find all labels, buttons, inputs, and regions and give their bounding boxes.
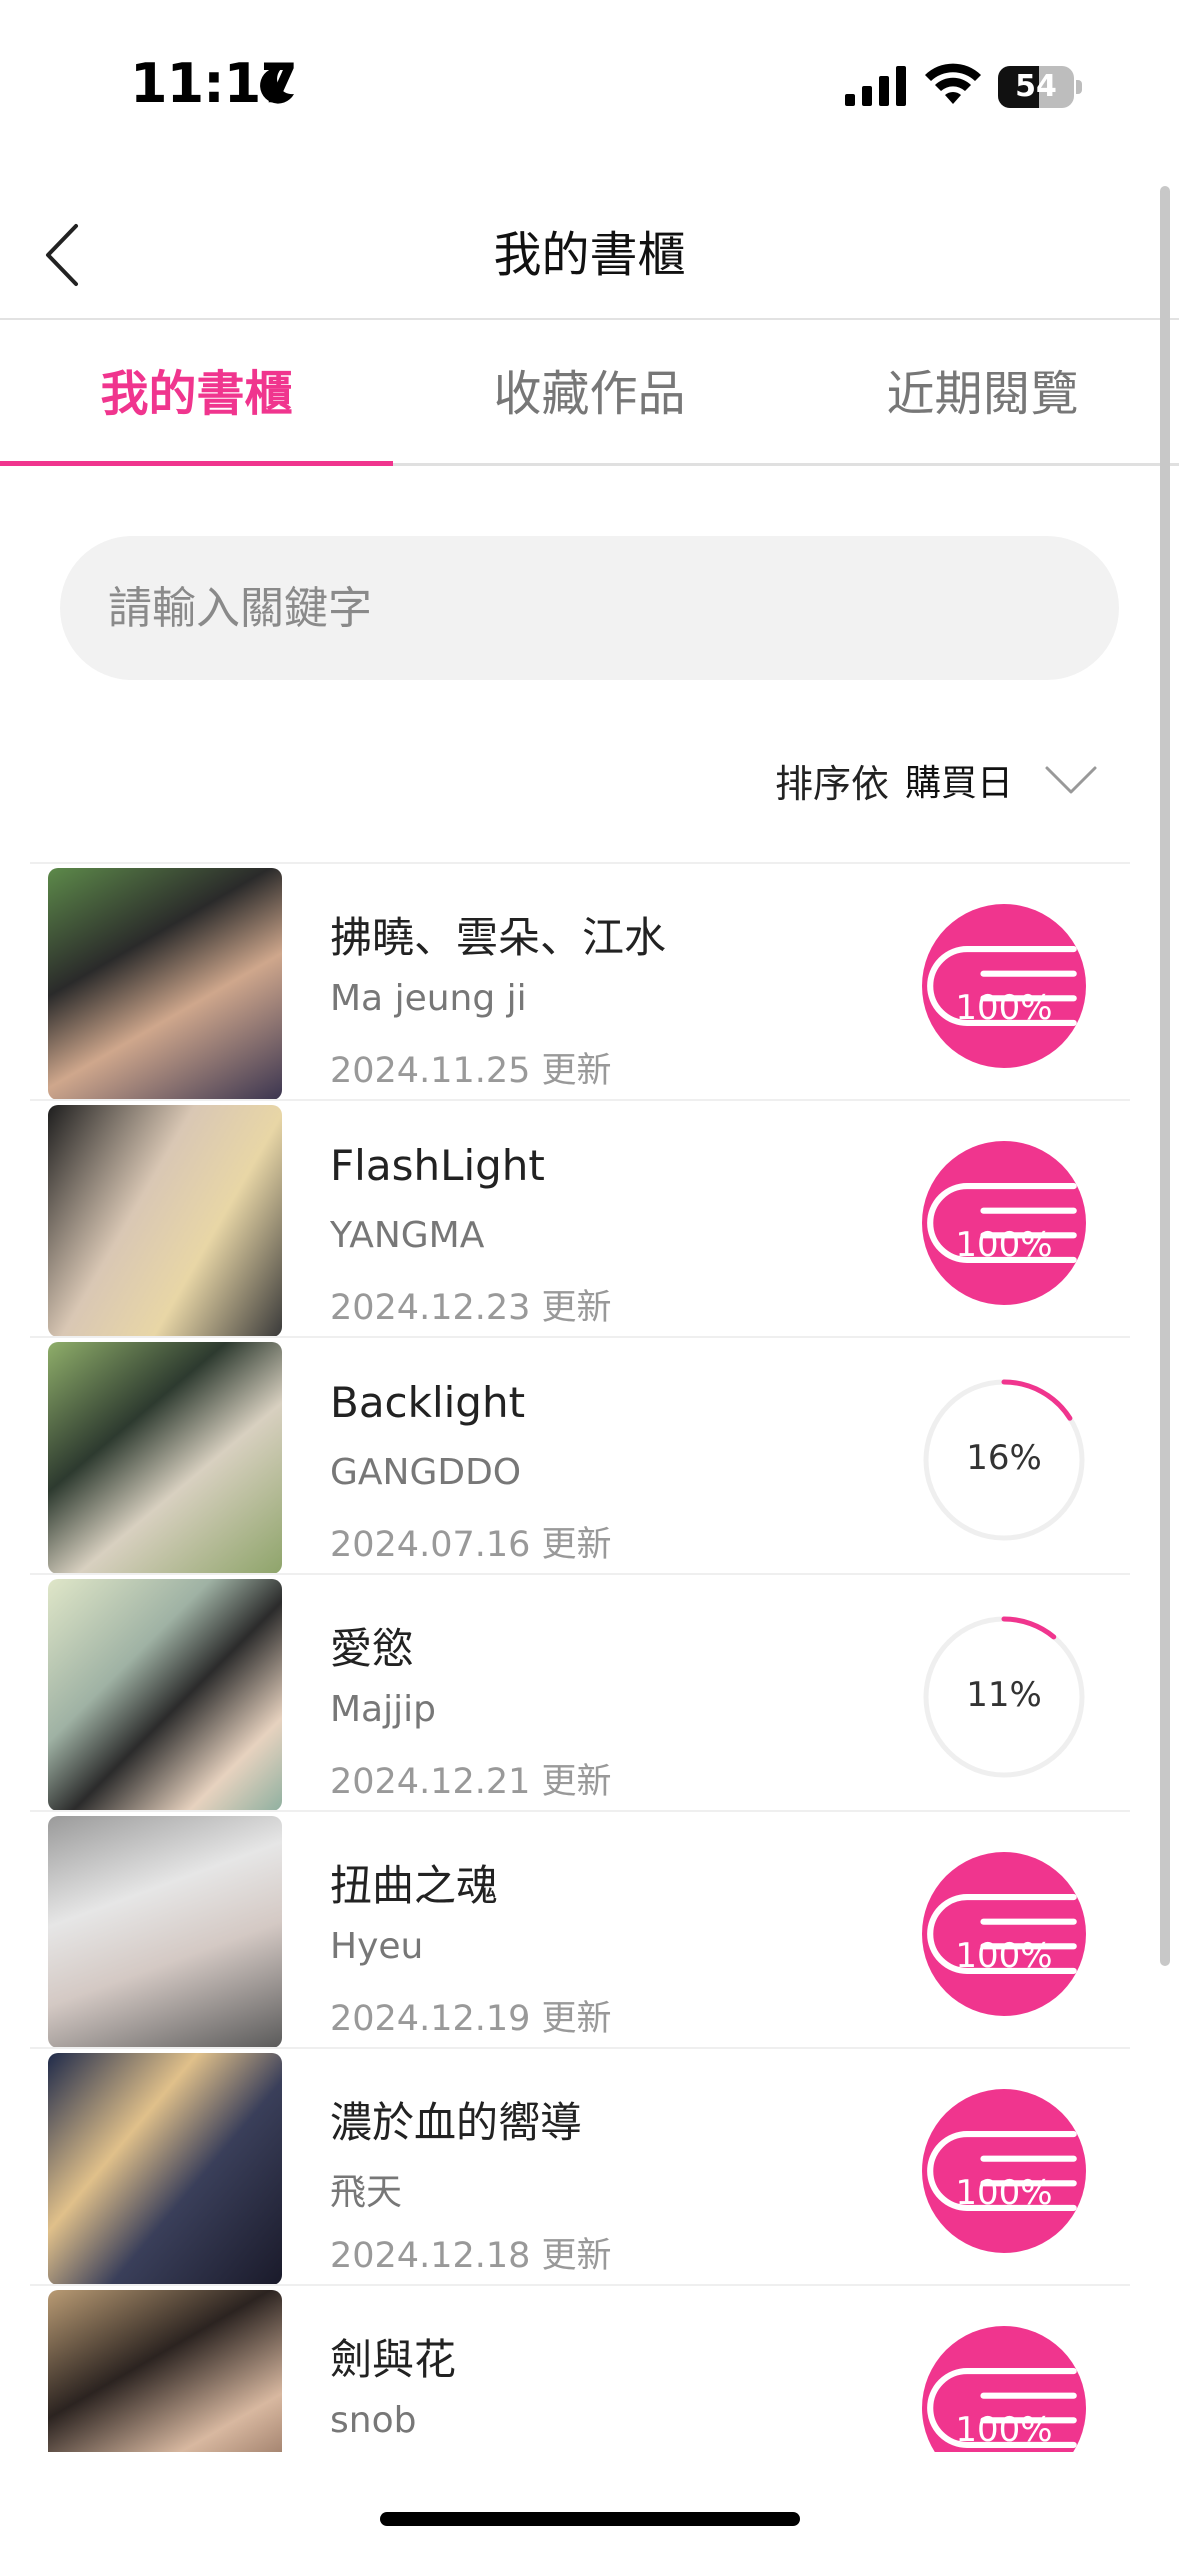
progress-label: 100% xyxy=(955,2173,1053,2213)
book-cover[interactable] xyxy=(48,2053,282,2285)
book-update-date: 2024.12.18 更新 xyxy=(330,2236,612,2276)
book-author: YANGMA xyxy=(330,1215,485,1256)
book-read-icon xyxy=(927,2131,1077,2211)
book-cover[interactable] xyxy=(48,1579,282,1811)
book-title: 扭曲之魂 xyxy=(330,1861,499,1910)
chevron-left-icon[interactable] xyxy=(40,220,90,290)
book-cover[interactable] xyxy=(48,1342,282,1574)
active-tab-indicator xyxy=(0,461,393,466)
list-item[interactable]: 愛慾 Majjip 2024.12.21 更新 11% xyxy=(30,1573,1130,1811)
book-cover[interactable] xyxy=(48,1105,282,1337)
progress-label: 100% xyxy=(955,2410,1053,2450)
list-item[interactable]: 扭曲之魂 Hyeu 2024.12.19 更新 100% xyxy=(30,1810,1130,2048)
tab-my-bookshelf[interactable]: 我的書櫃 xyxy=(0,322,393,466)
wifi-icon xyxy=(925,63,981,104)
progress-indicator[interactable]: 100% xyxy=(922,1852,1086,2016)
cellular-signal-icon xyxy=(845,66,906,106)
book-read-icon xyxy=(927,1894,1077,1974)
book-author: Hyeu xyxy=(330,1926,424,1967)
nav-header: 我的書櫃 xyxy=(0,190,1179,320)
book-author: Majjip xyxy=(330,1689,436,1730)
book-cover[interactable] xyxy=(48,2290,282,2452)
book-title: Backlight xyxy=(330,1378,526,1427)
list-item[interactable]: Backlight GANGDDO 2024.07.16 更新 16% xyxy=(30,1336,1130,1574)
progress-label: 16% xyxy=(966,1438,1042,1478)
book-update-date: 2024.12.23 更新 xyxy=(330,1288,612,1328)
tab-recent[interactable]: 近期閱覽 xyxy=(786,322,1179,466)
book-cover[interactable] xyxy=(48,868,282,1100)
sort-dropdown[interactable]: 排序依 購買日 xyxy=(775,740,1099,820)
list-item[interactable]: 劍與花 snob 100% xyxy=(30,2284,1130,2452)
progress-label: 100% xyxy=(955,1936,1053,1976)
progress-label: 11% xyxy=(966,1675,1042,1715)
progress-indicator[interactable]: 16% xyxy=(922,1378,1086,1542)
search-input[interactable] xyxy=(60,536,1119,680)
book-read-icon xyxy=(927,946,1077,1026)
progress-indicator[interactable]: 11% xyxy=(922,1615,1086,1779)
list-item[interactable]: 拂曉、雲朵、江水 Ma jeung ji 2024.11.25 更新 100% xyxy=(30,862,1130,1100)
battery-icon: 54 xyxy=(998,66,1082,108)
book-title: 濃於血的嚮導 xyxy=(330,2098,583,2147)
progress-label: 100% xyxy=(955,1225,1053,1265)
sort-value: 購買日 xyxy=(904,763,1013,804)
book-title: FlashLight xyxy=(330,1141,545,1190)
book-list: 拂曉、雲朵、江水 Ma jeung ji 2024.11.25 更新 100% … xyxy=(30,862,1130,2452)
progress-indicator[interactable]: 100% xyxy=(922,904,1086,1068)
tab-bar: 我的書櫃 收藏作品 近期閱覽 xyxy=(0,322,1179,466)
book-author: 飛天 xyxy=(330,2172,403,2213)
chevron-down-icon xyxy=(1045,766,1097,794)
progress-indicator[interactable]: 100% xyxy=(922,2326,1086,2452)
book-update-date: 2024.11.25 更新 xyxy=(330,1051,612,1091)
page-title: 我的書櫃 xyxy=(493,227,686,283)
book-cover[interactable] xyxy=(48,1816,282,2048)
progress-indicator[interactable]: 100% xyxy=(922,2089,1086,2253)
book-title: 拂曉、雲朵、江水 xyxy=(330,913,667,962)
book-author: Ma jeung ji xyxy=(330,978,527,1019)
progress-indicator[interactable]: 100% xyxy=(922,1141,1086,1305)
moon-icon xyxy=(260,67,294,104)
book-update-date: 2024.07.16 更新 xyxy=(330,1525,612,1565)
home-indicator[interactable] xyxy=(380,2512,800,2526)
status-bar: 11:17 54 xyxy=(0,0,1179,170)
tab-favorites[interactable]: 收藏作品 xyxy=(393,322,786,466)
book-update-date: 2024.12.21 更新 xyxy=(330,1762,612,1802)
sort-label: 排序依 xyxy=(774,761,889,806)
list-item[interactable]: FlashLight YANGMA 2024.12.23 更新 100% xyxy=(30,1099,1130,1337)
progress-label: 100% xyxy=(955,988,1053,1028)
scrollbar[interactable] xyxy=(1160,186,1170,1966)
book-read-icon xyxy=(927,1183,1077,1263)
book-title: 劍與花 xyxy=(330,2335,457,2384)
book-author: GANGDDO xyxy=(330,1452,522,1493)
battery-level: 54 xyxy=(1015,69,1057,104)
book-title: 愛慾 xyxy=(330,1624,415,1673)
list-item[interactable]: 濃於血的嚮導 飛天 2024.12.18 更新 100% xyxy=(30,2047,1130,2285)
book-author: snob xyxy=(330,2400,417,2441)
book-update-date: 2024.12.19 更新 xyxy=(330,1999,612,2039)
